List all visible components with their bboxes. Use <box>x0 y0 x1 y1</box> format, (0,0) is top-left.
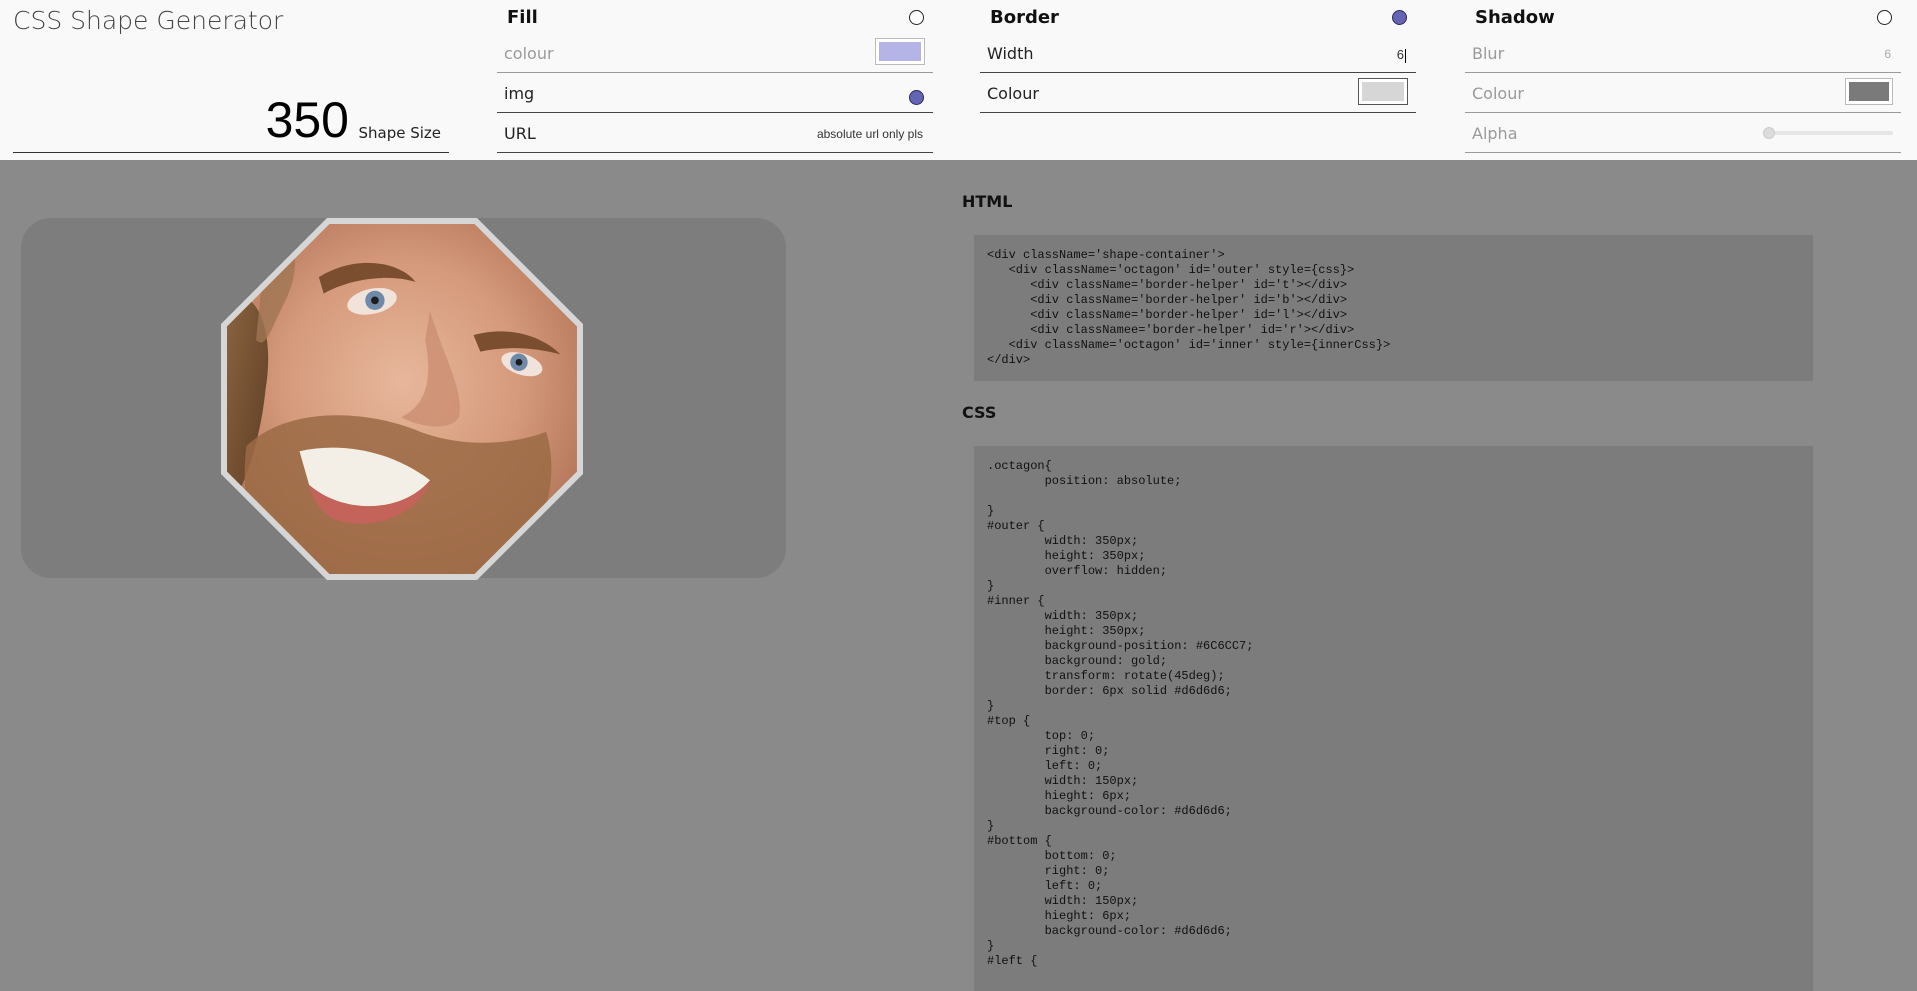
shape-preview <box>21 218 786 580</box>
border-width-row[interactable]: Width 6 <box>980 33 1416 73</box>
fill-img-toggle[interactable] <box>909 90 924 105</box>
fill-colour-row[interactable]: colour <box>497 33 933 73</box>
shadow-colour-swatch[interactable] <box>1845 78 1893 105</box>
shape-size-value[interactable]: 350 <box>266 94 349 146</box>
shadow-title: Shadow <box>1475 7 1555 28</box>
fill-colour-swatch[interactable] <box>875 38 925 65</box>
fill-url-label: URL <box>504 124 536 143</box>
shadow-alpha-label: Alpha <box>1472 124 1518 143</box>
top-toolbar: CSS Shape Generator 350 Shape Size Fill … <box>0 0 1917 160</box>
octagon-face-image <box>221 218 583 580</box>
border-colour-row[interactable]: Colour <box>980 73 1416 113</box>
slider-handle[interactable] <box>1763 127 1775 139</box>
border-width-input[interactable]: 6 <box>1397 47 1406 63</box>
fill-url-input[interactable]: absolute url only pls <box>817 127 923 141</box>
shadow-panel: Shadow Blur 6 Colour Alpha <box>1465 0 1901 155</box>
shadow-blur-label: Blur <box>1472 44 1505 63</box>
border-width-value: 6 <box>1396 47 1404 62</box>
fill-img-row[interactable]: img <box>497 73 933 113</box>
shadow-alpha-row[interactable]: Alpha <box>1465 113 1901 153</box>
shadow-alpha-slider[interactable] <box>1763 127 1893 139</box>
app-title: CSS Shape Generator <box>13 6 284 35</box>
border-title: Border <box>990 7 1059 28</box>
shadow-toggle[interactable] <box>1877 10 1892 25</box>
fill-title: Fill <box>507 7 538 28</box>
fill-toggle[interactable] <box>909 10 924 25</box>
fill-url-row[interactable]: URL absolute url only pls <box>497 113 933 153</box>
shape-size-label: Shape Size <box>358 124 441 142</box>
css-code-block: .octagon{ position: absolute; } #outer {… <box>974 446 1813 991</box>
shape-size-field[interactable]: 350 Shape Size <box>13 90 449 153</box>
border-colour-swatch[interactable] <box>1358 78 1408 105</box>
fill-panel: Fill colour img URL absolute url only pl… <box>497 0 933 155</box>
border-toggle[interactable] <box>1392 10 1407 25</box>
text-caret <box>1405 48 1406 63</box>
shadow-blur-input[interactable]: 6 <box>1884 47 1891 61</box>
border-width-label: Width <box>987 44 1034 63</box>
shadow-blur-row[interactable]: Blur 6 <box>1465 33 1901 73</box>
html-code-block: <div className='shape-container'> <div c… <box>974 235 1813 381</box>
fill-colour-label: colour <box>504 44 554 63</box>
css-section-title: CSS <box>962 403 997 422</box>
shadow-colour-label: Colour <box>1472 84 1524 103</box>
border-colour-label: Colour <box>987 84 1039 103</box>
fill-img-label: img <box>504 84 535 103</box>
octagon-shape <box>221 218 583 580</box>
html-section-title: HTML <box>962 192 1013 211</box>
border-panel: Border Width 6 Colour <box>980 0 1416 155</box>
shadow-colour-row[interactable]: Colour <box>1465 73 1901 113</box>
